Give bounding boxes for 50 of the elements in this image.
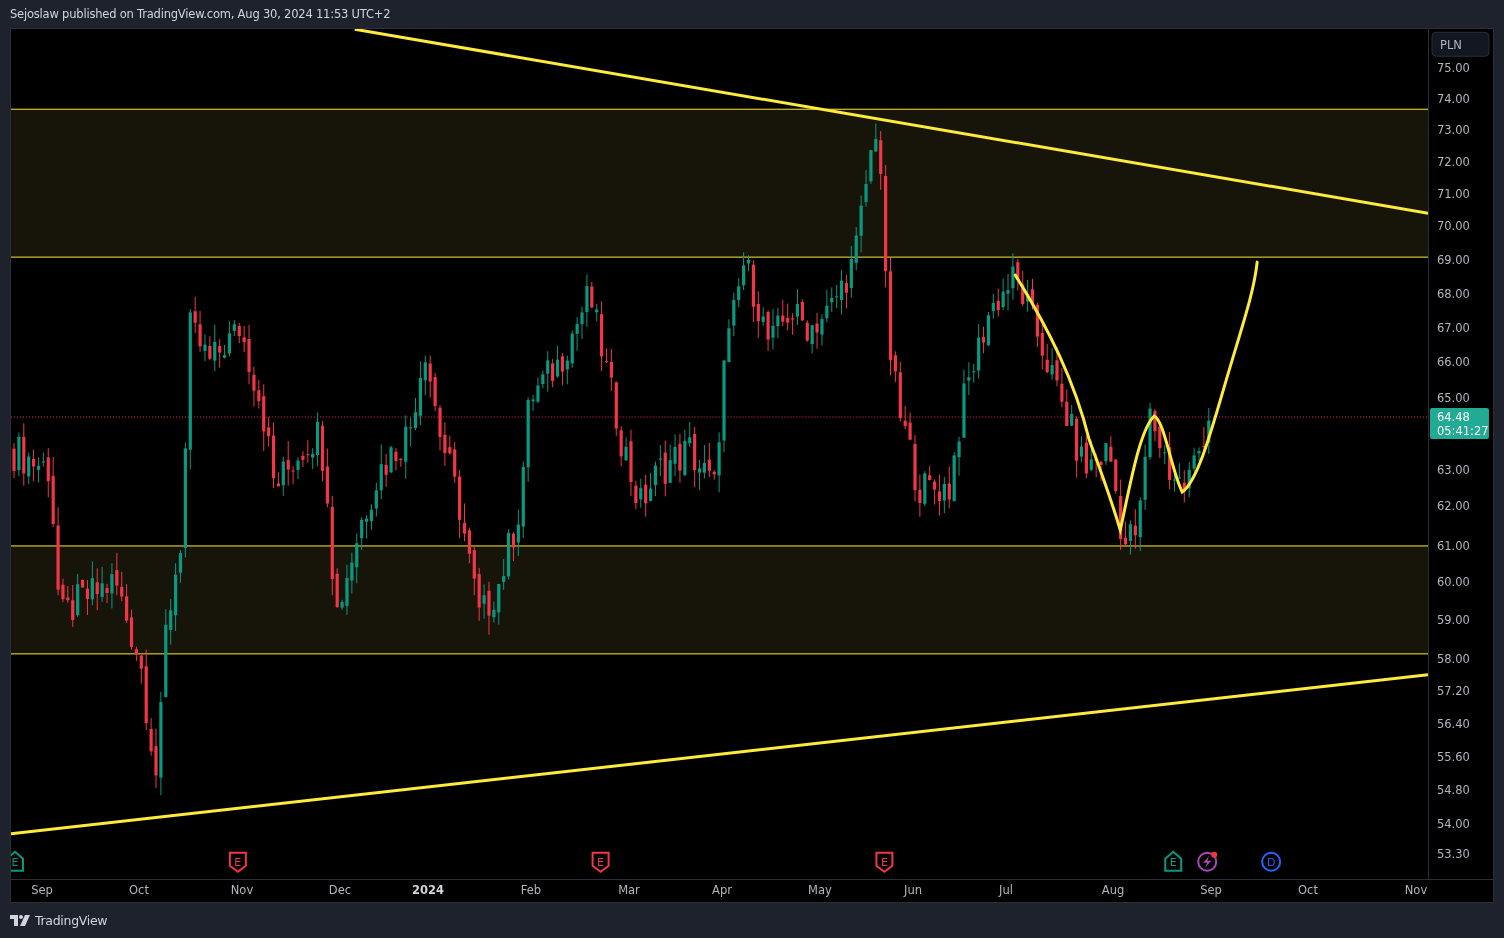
price-axis-label: 66.00 [1437, 355, 1470, 370]
earnings-marker[interactable]: E [1164, 850, 1183, 872]
time-axis-label: Jun [904, 883, 922, 897]
dividend-marker[interactable]: D [1261, 851, 1282, 872]
time-axis-label: Apr [712, 883, 732, 897]
time-axis-label: Dec [328, 883, 352, 897]
price-axis-label: 74.00 [1437, 92, 1470, 107]
earnings-marker[interactable]: E [11, 850, 24, 872]
price-axis-label: 60.00 [1437, 574, 1470, 589]
time-axis-label: Feb [520, 883, 542, 897]
earnings-marker[interactable]: E [591, 851, 610, 873]
brand-name: TradingView [35, 913, 108, 928]
price-axis-label: 71.00 [1437, 187, 1470, 202]
price-axis-label: 56.40 [1437, 716, 1470, 731]
price-axis-label: 58.00 [1437, 651, 1470, 666]
time-axis-label: May [808, 883, 832, 897]
price-axis-label: 68.00 [1437, 287, 1470, 302]
price-axis-label: 59.00 [1437, 612, 1470, 627]
price-axis-label: 63.00 [1437, 463, 1470, 477]
time-axis-label: Mar [618, 883, 640, 897]
price-axis-label: 54.00 [1437, 816, 1470, 831]
price-axis-label: 57.20 [1437, 683, 1470, 698]
last-price-badge: 64.48 05:41:27 [1430, 408, 1489, 439]
earnings-marker[interactable]: E [228, 851, 247, 873]
time-axis-label: Nov [1404, 883, 1428, 897]
price-axis-label: 53.30 [1437, 846, 1470, 861]
logo-icon [10, 915, 30, 926]
lightning-marker-icon[interactable] [1197, 851, 1218, 872]
price-axis-label: 54.80 [1437, 782, 1470, 797]
price-axis-label: 55.60 [1437, 749, 1470, 764]
time-axis-label: Oct [129, 883, 149, 897]
earnings-marker[interactable]: E [875, 851, 894, 873]
price-axis-label: 65.00 [1437, 391, 1470, 406]
price-axis-label: 62.00 [1437, 498, 1470, 513]
time-axis-label: Nov [230, 883, 254, 897]
price-axis-label: 67.00 [1437, 321, 1470, 336]
price-axis-label: 72.00 [1437, 155, 1470, 170]
time-axis-label: 2024 [412, 883, 444, 897]
price-axis-label: 61.00 [1437, 538, 1470, 553]
currency-button[interactable]: PLN [1431, 31, 1490, 57]
publish-info: Sejoslaw published on TradingView.com, Aug 30, 2024 11:53 UTC+2 [10, 7, 391, 21]
time-axis-label: Jul [999, 883, 1013, 897]
time-axis-label: Sep [31, 883, 53, 897]
price-axis-label: 70.00 [1437, 219, 1470, 234]
time-axis-label: Sep [1200, 883, 1222, 897]
price-axis-label: 75.00 [1437, 61, 1470, 76]
time-axis-label: Oct [1298, 883, 1318, 897]
price-axis-label: 73.00 [1437, 123, 1470, 138]
time-axis-label: Aug [1101, 883, 1125, 897]
price-axis-label: 69.00 [1437, 253, 1470, 268]
